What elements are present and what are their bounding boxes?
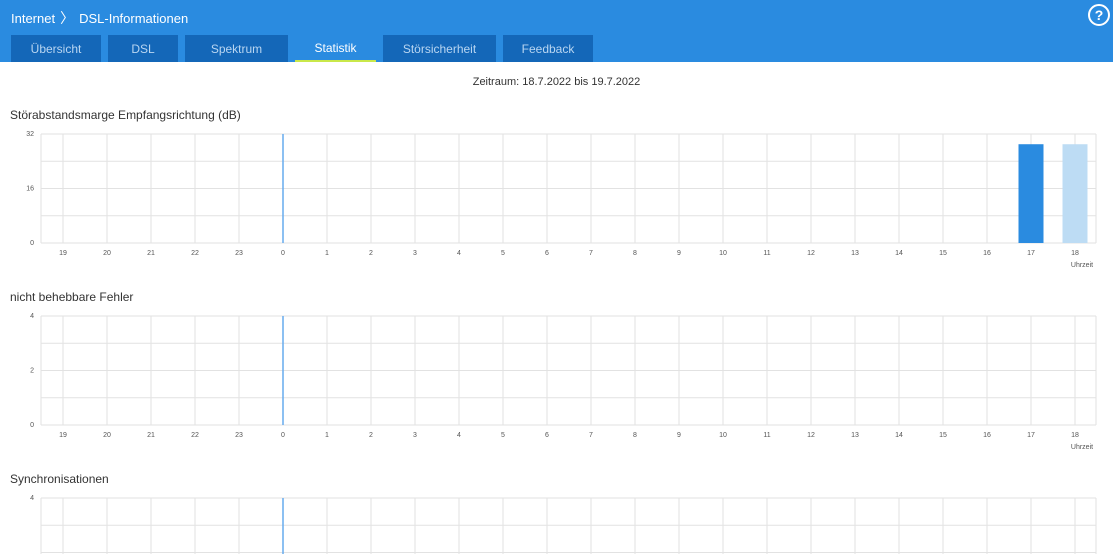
x-tick-label: 19 bbox=[59, 432, 67, 439]
x-tick-label: 2 bbox=[369, 250, 373, 257]
x-tick-label: 12 bbox=[807, 432, 815, 439]
tab-bar: Übersicht DSL Spektrum Statistik Störsic… bbox=[11, 35, 600, 62]
x-tick-label: 5 bbox=[501, 250, 505, 257]
x-tick-label: 20 bbox=[103, 432, 111, 439]
help-icon[interactable]: ? bbox=[1088, 4, 1110, 26]
x-tick-label: 0 bbox=[281, 250, 285, 257]
x-tick-label: 10 bbox=[719, 250, 727, 257]
bar-18 bbox=[1062, 144, 1088, 243]
y-tick-label: 2 bbox=[30, 368, 34, 375]
x-tick-label: 16 bbox=[983, 250, 991, 257]
x-tick-label: 15 bbox=[939, 250, 947, 257]
tab-dsl[interactable]: DSL bbox=[108, 35, 178, 62]
x-tick-label: 8 bbox=[633, 432, 637, 439]
header-bar: Internet 〉 DSL-Informationen ? Übersicht… bbox=[0, 0, 1113, 62]
chart-title-sync: Synchronisationen bbox=[10, 472, 109, 486]
x-tick-label: 1 bbox=[325, 250, 329, 257]
x-tick-label: 23 bbox=[235, 432, 243, 439]
x-tick-label: 4 bbox=[457, 432, 461, 439]
x-tick-label: 3 bbox=[413, 250, 417, 257]
x-tick-label: 14 bbox=[895, 250, 903, 257]
x-tick-label: 11 bbox=[763, 250, 770, 257]
x-tick-label: 21 bbox=[147, 432, 155, 439]
x-tick-label: 11 bbox=[763, 432, 770, 439]
chevron-right-icon: 〉 bbox=[60, 10, 75, 26]
x-tick-label: 9 bbox=[677, 432, 681, 439]
x-tick-label: 23 bbox=[235, 250, 243, 257]
x-tick-label: 2 bbox=[369, 432, 373, 439]
x-tick-label: 18 bbox=[1071, 250, 1079, 257]
x-tick-label: 0 bbox=[281, 432, 285, 439]
bar-17 bbox=[1018, 144, 1044, 243]
x-axis-label: Uhrzeit bbox=[1071, 262, 1093, 269]
x-tick-label: 6 bbox=[545, 250, 549, 257]
x-tick-label: 3 bbox=[413, 432, 417, 439]
x-tick-label: 15 bbox=[939, 432, 947, 439]
x-tick-label: 20 bbox=[103, 250, 111, 257]
period-label: Zeitraum: 18.7.2022 bis 19.7.2022 bbox=[472, 76, 641, 88]
x-tick-label: 17 bbox=[1027, 432, 1035, 439]
x-tick-label: 19 bbox=[59, 250, 67, 257]
x-tick-label: 5 bbox=[501, 432, 505, 439]
x-tick-label: 18 bbox=[1071, 432, 1079, 439]
chart-errors: 0 2 4 19 20 21 22 23 0 1 2 3 4 5 6 7 8 9 10 11 12 13 14 15 16 17 1… bbox=[0, 310, 1113, 455]
x-tick-label: 4 bbox=[457, 250, 461, 257]
chart-sync: 4 bbox=[0, 492, 1113, 554]
tab-statistik[interactable]: Statistik bbox=[295, 35, 376, 62]
chart-title-snr: Störabstandsmarge Empfangsrichtung (dB) bbox=[10, 108, 241, 122]
x-tick-label: 22 bbox=[191, 250, 199, 257]
x-axis-label: Uhrzeit bbox=[1071, 444, 1093, 451]
y-tick-label: 4 bbox=[30, 495, 34, 502]
y-tick-label: 4 bbox=[30, 313, 34, 320]
x-tick-label: 6 bbox=[545, 432, 549, 439]
breadcrumb-current: DSL-Informationen bbox=[79, 10, 189, 26]
x-tick-label: 16 bbox=[983, 432, 991, 439]
x-tick-label: 7 bbox=[589, 250, 593, 257]
breadcrumb: Internet 〉 DSL-Informationen bbox=[11, 8, 188, 28]
x-tick-label: 1 bbox=[325, 432, 329, 439]
x-tick-label: 10 bbox=[719, 432, 727, 439]
chart-snr: 0 16 32 19 20 21 22 23 0 1 2 3 4 5 6 7 8 9 10 11 12 13 14 15 16 1… bbox=[0, 128, 1113, 273]
y-tick-label: 32 bbox=[26, 131, 34, 138]
tab-uebersicht[interactable]: Übersicht bbox=[11, 35, 101, 62]
x-tick-label: 13 bbox=[851, 250, 859, 257]
y-tick-label: 0 bbox=[30, 422, 34, 429]
x-tick-label: 13 bbox=[851, 432, 859, 439]
x-tick-label: 9 bbox=[677, 250, 681, 257]
x-tick-label: 7 bbox=[589, 432, 593, 439]
y-tick-label: 16 bbox=[26, 186, 34, 193]
x-tick-label: 22 bbox=[191, 432, 199, 439]
chart-title-errors: nicht behebbare Fehler bbox=[10, 290, 134, 304]
breadcrumb-parent[interactable]: Internet bbox=[11, 11, 55, 26]
x-tick-label: 8 bbox=[633, 250, 637, 257]
y-tick-label: 0 bbox=[30, 240, 34, 247]
x-tick-label: 12 bbox=[807, 250, 815, 257]
x-tick-label: 21 bbox=[147, 250, 155, 257]
x-tick-label: 17 bbox=[1027, 250, 1035, 257]
tab-feedback[interactable]: Feedback bbox=[503, 35, 593, 62]
tab-stoersicherheit[interactable]: Störsicherheit bbox=[383, 35, 496, 62]
x-tick-label: 14 bbox=[895, 432, 903, 439]
tab-spektrum[interactable]: Spektrum bbox=[185, 35, 288, 62]
